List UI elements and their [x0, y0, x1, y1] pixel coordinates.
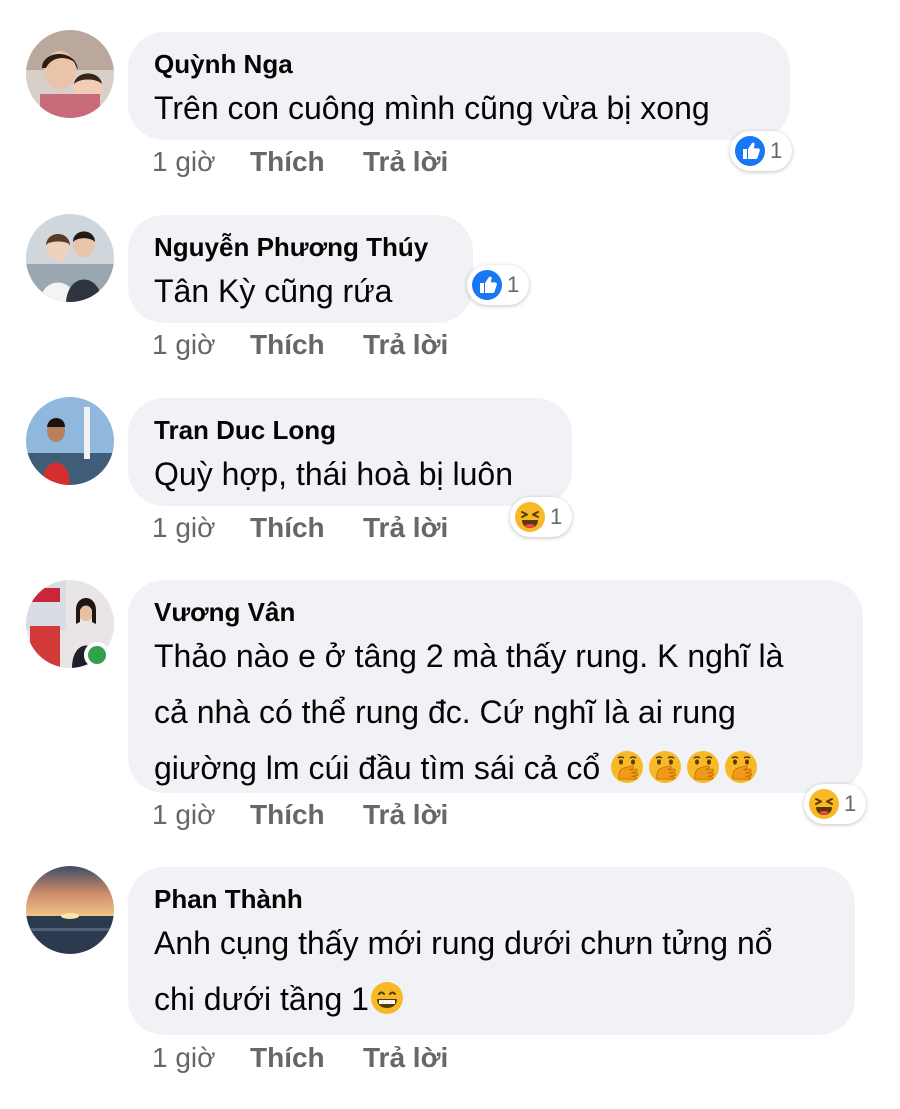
comment-actions: 1 giờ Thích Trả lời	[152, 795, 448, 835]
reaction-summary[interactable]: 1	[467, 265, 530, 305]
thumbs-up-icon	[734, 135, 766, 167]
comment-line: Tân Kỳ cũng rứa	[154, 273, 393, 309]
face-with-hand-over-mouth-icon	[647, 749, 683, 785]
comment-line: Quỳ hợp, thái hoà bị luôn	[154, 456, 513, 492]
laughing-face-icon	[808, 788, 840, 820]
comment-author[interactable]: Tran Duc Long	[154, 414, 546, 446]
comment-text: Quỳ hợp, thái hoà bị luôn	[154, 446, 546, 502]
avatar[interactable]	[26, 30, 114, 118]
comment-time[interactable]: 1 giờ	[152, 799, 250, 831]
comment-actions: 1 giờ Thích Trả lời	[152, 142, 448, 182]
comment-text: Trên con cuông mình cũng vừa bị xong	[154, 80, 764, 136]
reaction-count: 1	[550, 504, 563, 529]
comment-actions: 1 giờ Thích Trả lời	[152, 508, 448, 548]
grinning-face-icon	[369, 980, 405, 1016]
reaction-count: 1	[507, 272, 520, 297]
comment-bubble: Tran Duc Long Quỳ hợp, thái hoà bị luôn	[128, 398, 572, 506]
face-with-hand-over-mouth-icon	[723, 749, 759, 785]
comment-line: cả nhà có thể rung đc. Cứ nghĩ là ai run…	[154, 694, 736, 730]
comment-line: Trên con cuông mình cũng vừa bị xong	[154, 90, 710, 126]
comment-author[interactable]: Quỳnh Nga	[154, 48, 764, 80]
comment-text: Tân Kỳ cũng rứa	[154, 263, 447, 319]
comment-bubble: Phan Thành Anh cụng thấy mới rung dưới c…	[128, 867, 855, 1035]
reaction-summary[interactable]: 1	[730, 131, 793, 171]
avatar[interactable]	[26, 214, 114, 302]
comment-bubble: Vương Vân Thảo nào e ở tâng 2 mà thấy ru…	[128, 580, 863, 793]
like-button[interactable]: Thích	[250, 1042, 363, 1074]
comment-line-with-emoji: giường lm cúi đầu tìm sái cả cổ	[154, 740, 837, 796]
like-button[interactable]: Thích	[250, 146, 363, 178]
comment-text: Thảo nào e ở tâng 2 mà thấy rung. K nghĩ…	[154, 628, 837, 796]
comment-time[interactable]: 1 giờ	[152, 146, 250, 178]
comment-line: chi dưới tầng 1	[154, 981, 369, 1017]
avatar[interactable]	[26, 397, 114, 485]
reaction-count: 1	[770, 138, 783, 163]
comment-actions: 1 giờ Thích Trả lời	[152, 1038, 448, 1078]
comment-bubble: Nguyễn Phương Thúy Tân Kỳ cũng rứa	[128, 215, 473, 323]
reaction-count: 1	[844, 791, 857, 816]
reply-button[interactable]: Trả lời	[363, 146, 448, 178]
reply-button[interactable]: Trả lời	[363, 512, 448, 544]
comment-actions: 1 giờ Thích Trả lời	[152, 325, 448, 365]
like-button[interactable]: Thích	[250, 512, 363, 544]
comment-time[interactable]: 1 giờ	[152, 1042, 250, 1074]
comment-line: Anh cụng thấy mới rung dưới chưn tửng nổ	[154, 925, 773, 961]
like-button[interactable]: Thích	[250, 799, 363, 831]
laughing-face-icon	[514, 501, 546, 533]
comment-line: giường lm cúi đầu tìm sái cả cổ	[154, 750, 601, 786]
reaction-summary[interactable]: 1	[804, 784, 867, 824]
comment-time[interactable]: 1 giờ	[152, 512, 250, 544]
comment-text: Anh cụng thấy mới rung dưới chưn tửng nổ…	[154, 915, 829, 1027]
face-with-hand-over-mouth-icon	[609, 749, 645, 785]
like-button[interactable]: Thích	[250, 329, 363, 361]
reply-button[interactable]: Trả lời	[363, 1042, 448, 1074]
reply-button[interactable]: Trả lời	[363, 329, 448, 361]
avatar[interactable]	[26, 866, 114, 954]
reply-button[interactable]: Trả lời	[363, 799, 448, 831]
reaction-summary[interactable]: 1	[510, 497, 573, 537]
comment-author[interactable]: Nguyễn Phương Thúy	[154, 231, 447, 263]
online-status-indicator	[84, 642, 110, 668]
thumbs-up-icon	[471, 269, 503, 301]
comment-time[interactable]: 1 giờ	[152, 329, 250, 361]
face-with-hand-over-mouth-icon	[685, 749, 721, 785]
comment-author[interactable]: Phan Thành	[154, 883, 829, 915]
comment-line-with-emoji: chi dưới tầng 1	[154, 971, 829, 1027]
comment-line: Thảo nào e ở tâng 2 mà thấy rung. K nghĩ…	[154, 638, 784, 674]
comment-bubble: Quỳnh Nga Trên con cuông mình cũng vừa b…	[128, 32, 790, 140]
comment-author[interactable]: Vương Vân	[154, 596, 837, 628]
